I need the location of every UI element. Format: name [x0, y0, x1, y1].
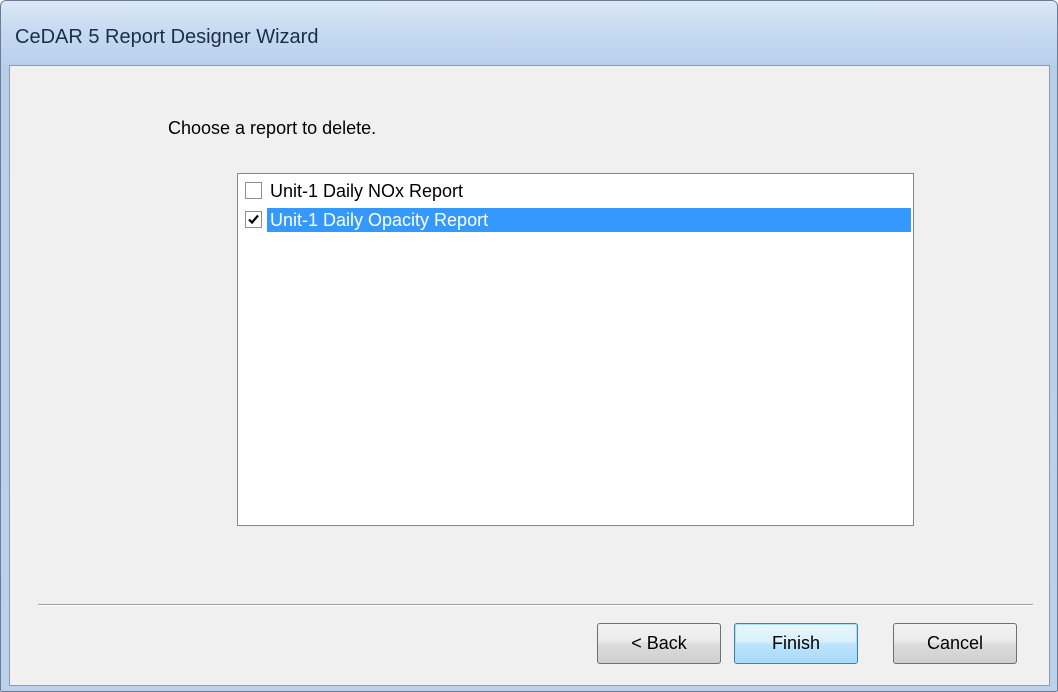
- report-checkbox-nox[interactable]: [245, 182, 262, 199]
- back-button[interactable]: < Back: [597, 623, 721, 664]
- list-item-opacity-report[interactable]: Unit-1 Daily Opacity Report: [240, 205, 911, 234]
- report-checkbox-opacity[interactable]: [245, 211, 262, 228]
- title-bar[interactable]: CeDAR 5 Report Designer Wizard: [1, 1, 1057, 65]
- finish-button[interactable]: Finish: [734, 623, 858, 664]
- wizard-content: Choose a report to delete. Unit-1 Daily …: [9, 65, 1050, 686]
- separator-line: [38, 604, 1033, 606]
- report-label-nox[interactable]: Unit-1 Daily NOx Report: [267, 179, 466, 203]
- cancel-button[interactable]: Cancel: [893, 623, 1017, 664]
- list-item-nox-report[interactable]: Unit-1 Daily NOx Report: [240, 176, 911, 205]
- window-title: CeDAR 5 Report Designer Wizard: [15, 26, 319, 48]
- instruction-text: Choose a report to delete.: [168, 118, 377, 138]
- wizard-window: CeDAR 5 Report Designer Wizard Choose a …: [0, 0, 1058, 692]
- report-label-opacity[interactable]: Unit-1 Daily Opacity Report: [267, 208, 911, 232]
- report-listbox[interactable]: Unit-1 Daily NOx Report Unit-1 Daily Opa…: [237, 173, 914, 526]
- checkmark-icon: [248, 214, 259, 225]
